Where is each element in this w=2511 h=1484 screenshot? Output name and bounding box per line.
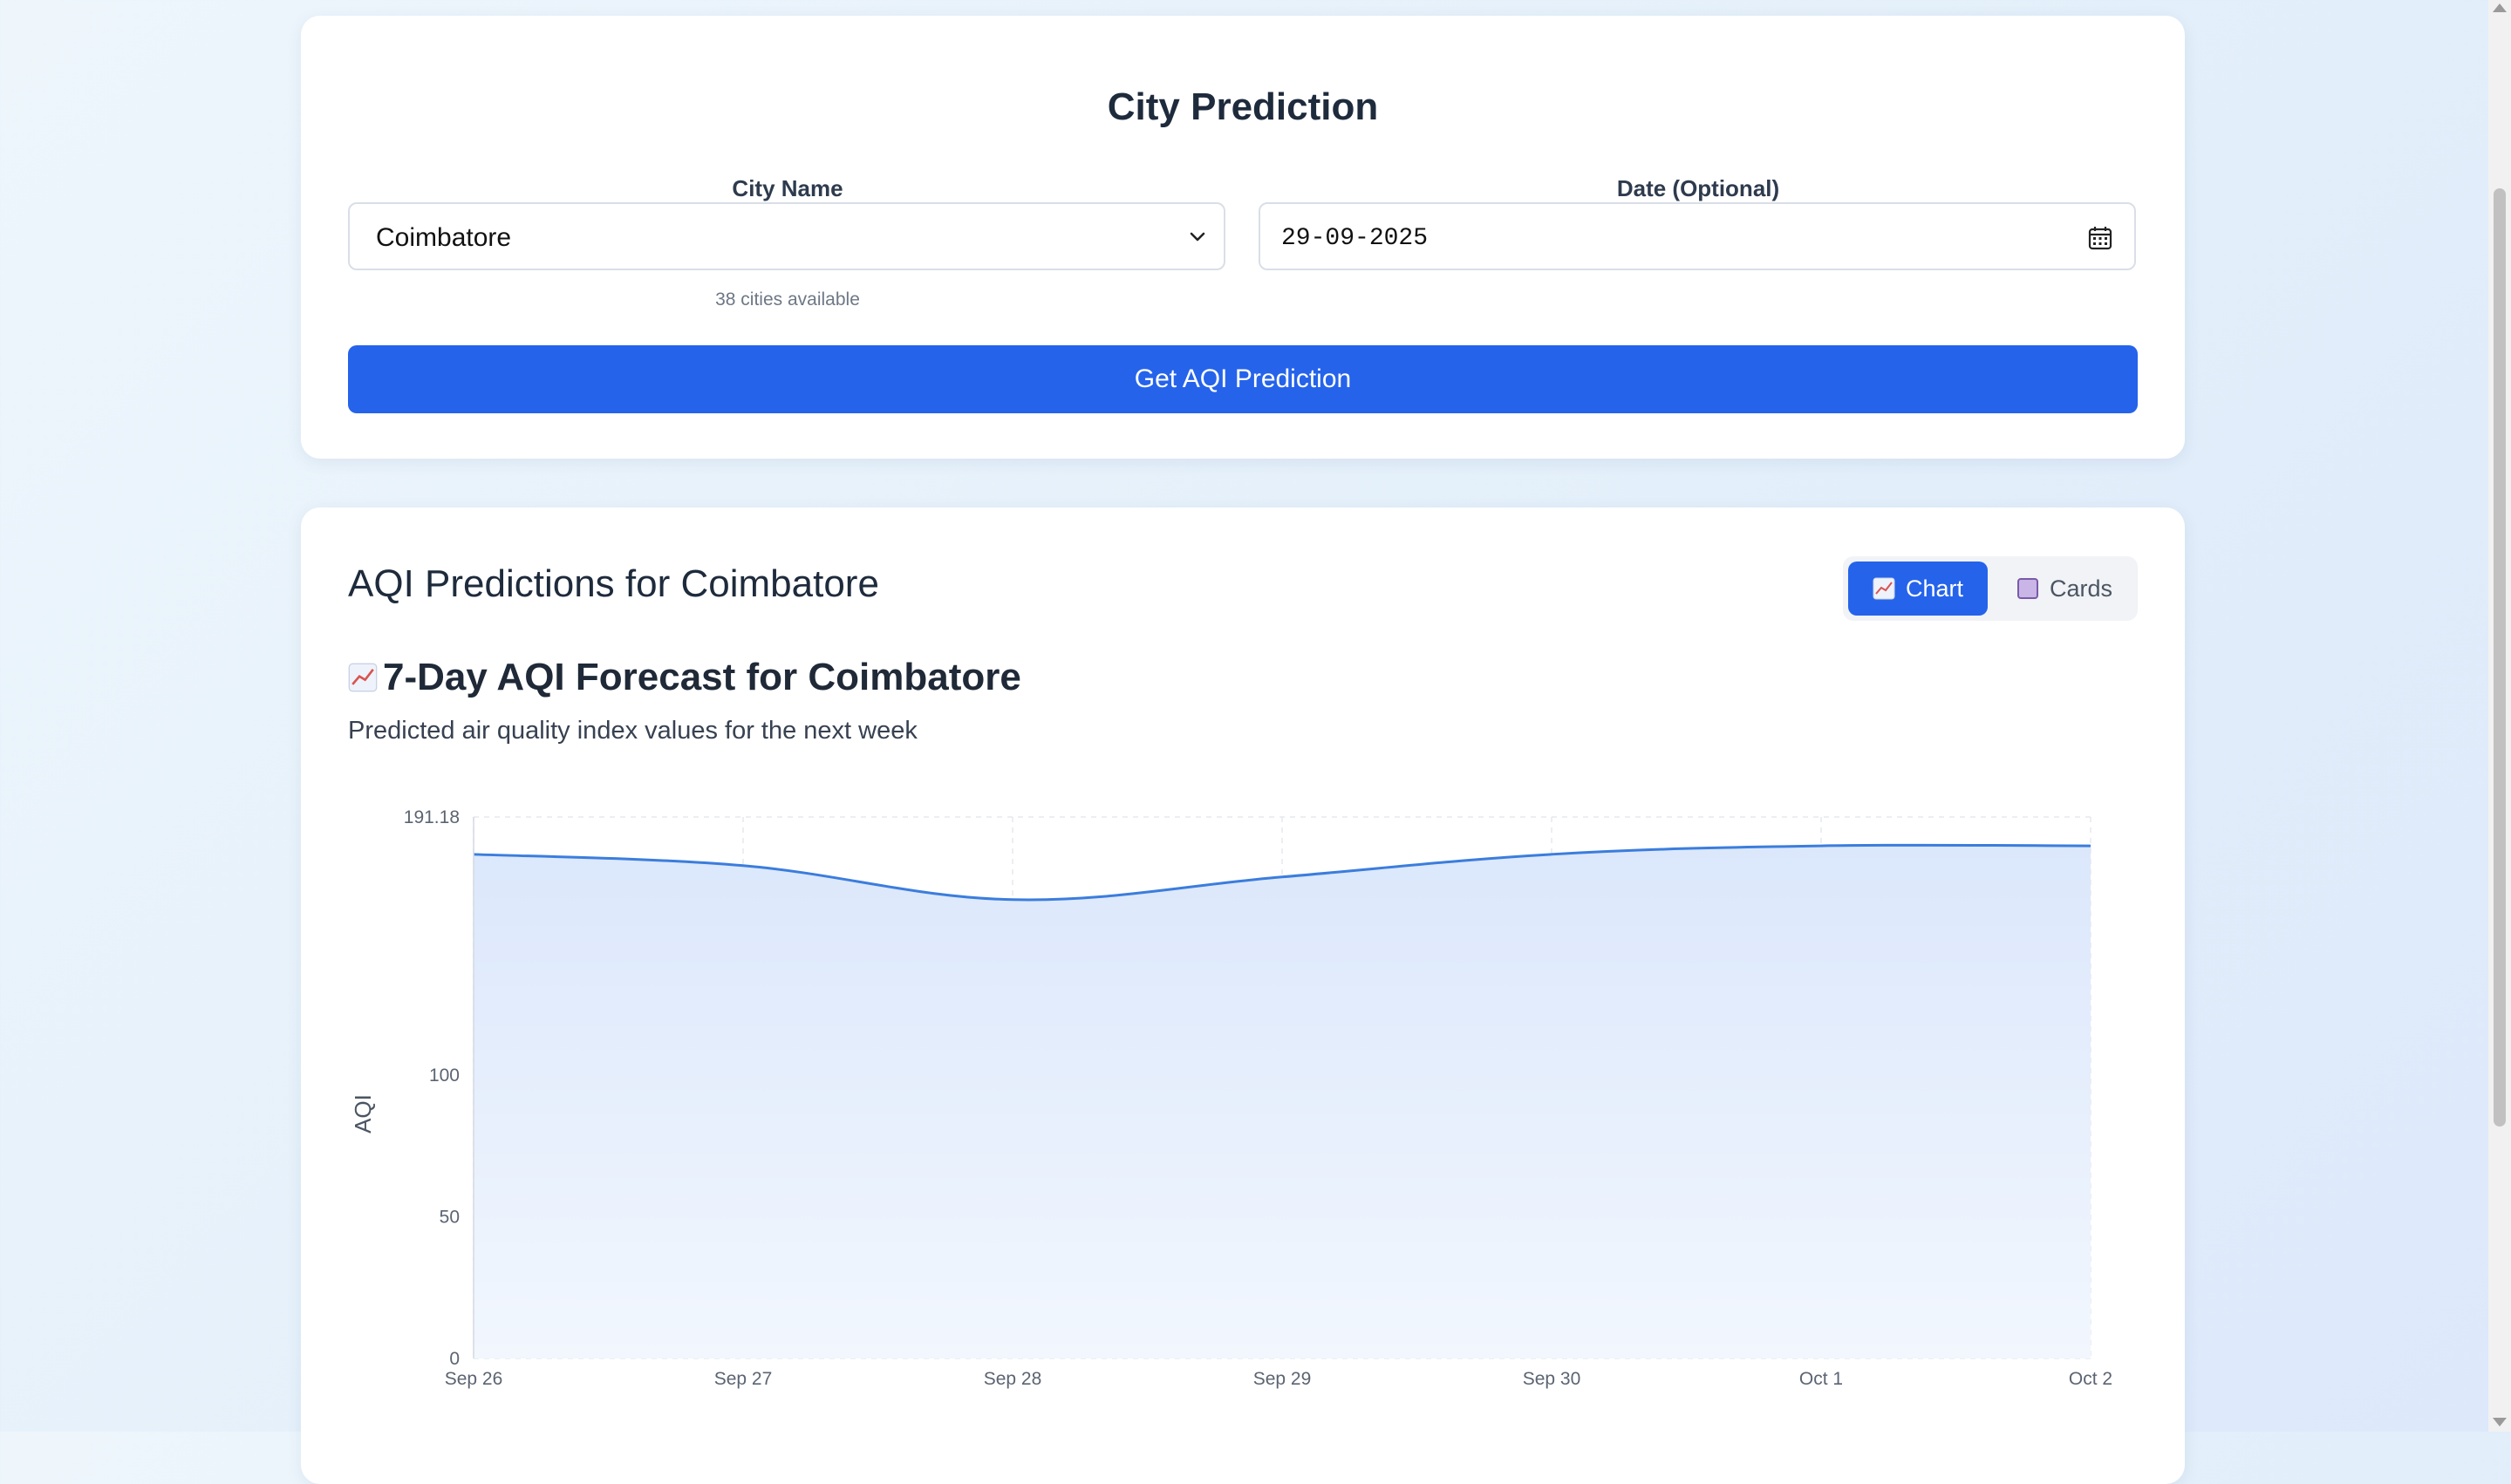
x-tick-label: Sep 28 xyxy=(984,1369,1042,1389)
city-name-label: City Name xyxy=(732,175,843,201)
y-tick-label: 50 xyxy=(440,1208,460,1228)
x-tick-label: Sep 27 xyxy=(714,1369,773,1389)
x-tick-label: Oct 1 xyxy=(1799,1369,1843,1389)
city-prediction-card: City Prediction City Name Date (Optional… xyxy=(301,16,2185,459)
aqi-results-card: AQI Predictions for Coimbatore Chart Car… xyxy=(301,507,2185,1484)
x-tick-label: Oct 2 xyxy=(2069,1369,2112,1389)
chevron-down-icon xyxy=(1190,232,1205,242)
calendar-icon[interactable] xyxy=(2087,225,2113,251)
city-select[interactable]: Coimbatore xyxy=(348,202,1225,270)
city-select-value: Coimbatore xyxy=(376,223,512,252)
date-input[interactable]: 29-09-2025 xyxy=(1259,202,2136,270)
x-tick-label: Sep 26 xyxy=(445,1369,503,1389)
get-aqi-prediction-button[interactable]: Get AQI Prediction xyxy=(348,345,2138,413)
cities-available-hint: 38 cities available xyxy=(715,289,860,310)
page-scrollbar[interactable] xyxy=(2488,0,2511,1432)
scrollbar-thumb[interactable] xyxy=(2494,188,2506,1127)
y-tick-label: 0 xyxy=(449,1349,460,1369)
x-tick-label: Sep 29 xyxy=(1253,1369,1312,1389)
y-tick-label: 191.18 xyxy=(404,807,460,827)
scroll-up-arrow-icon[interactable] xyxy=(2493,3,2507,12)
aqi-forecast-chart: Sep 26 Sep 27 Sep 28 Sep 29 Sep 30 Oct 1 Oct 2… xyxy=(350,807,2112,1389)
date-input-value: 29-09-2025 xyxy=(1281,225,1429,252)
y-axis-label: AQI xyxy=(350,1094,376,1133)
scroll-down-arrow-icon[interactable] xyxy=(2493,1418,2507,1426)
city-prediction-title: City Prediction xyxy=(1107,85,1379,128)
x-tick-label: Sep 30 xyxy=(1523,1369,1581,1389)
y-tick-label: 100 xyxy=(429,1065,460,1086)
date-label: Date (Optional) xyxy=(1616,175,1780,201)
aqi-area xyxy=(474,845,2091,1358)
